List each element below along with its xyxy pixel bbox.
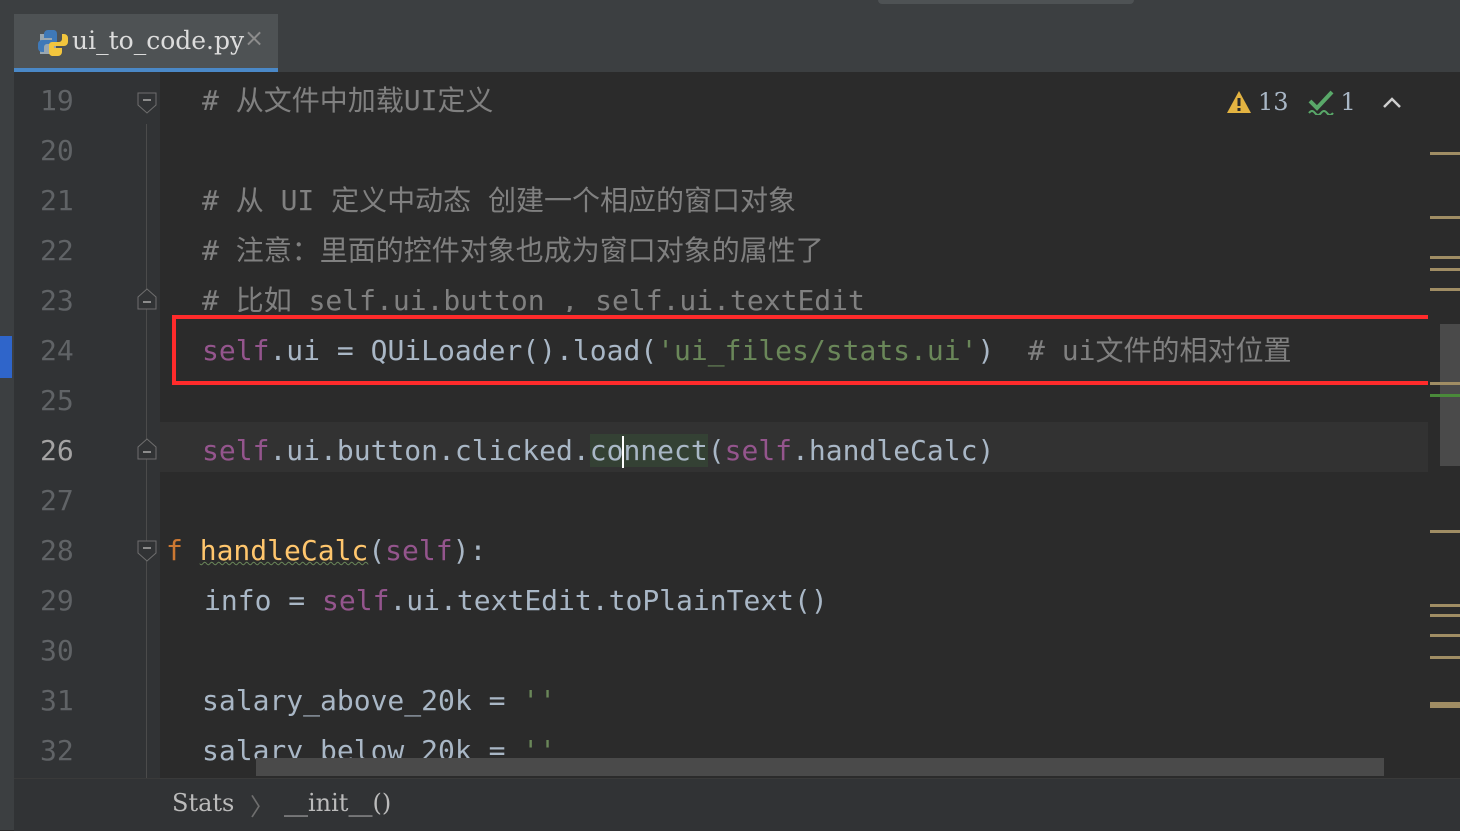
line-number: 31	[40, 684, 74, 717]
code-text: .ui.button.clicked.	[269, 434, 590, 467]
code-text: salary_above_20k =	[202, 684, 523, 717]
annotation-highlight-box	[172, 315, 1434, 385]
code-text: (	[707, 434, 725, 467]
line-number: 32	[40, 734, 74, 767]
line-number: 27	[40, 484, 74, 517]
stripe-marker[interactable]	[1430, 152, 1460, 155]
line-number: 19	[40, 84, 74, 117]
stripe-marker[interactable]	[1430, 288, 1460, 291]
code-line-22: # 注意：里面的控件对象也成为窗口对象的属性了	[202, 226, 824, 276]
fold-end-icon[interactable]	[137, 438, 157, 460]
code-text: .ui.textEdit.toPlainText()	[389, 584, 828, 617]
fold-collapse-icon[interactable]	[137, 92, 157, 114]
toolbar-widget	[878, 0, 1134, 4]
comment: # 比如 self.ui.button , self.ui.textEdit	[202, 284, 865, 312]
stripe-marker[interactable]	[1430, 614, 1460, 617]
line-number-gutter: 19 20 21 22 23 24 25 26 27 28 29 30 31 3…	[14, 72, 160, 778]
line-number: 29	[40, 584, 74, 617]
identifier-highlight: connect	[589, 434, 708, 468]
horizontal-scrollbar[interactable]	[256, 758, 1384, 776]
editor-tab-bar: ui_to_code.py ×	[0, 14, 1460, 73]
code-text: info =	[204, 584, 323, 617]
def-keyword: f	[166, 534, 183, 567]
code-text: (	[368, 534, 386, 567]
fold-end-icon[interactable]	[137, 288, 157, 310]
line-number: 20	[40, 134, 74, 167]
code-editor[interactable]: # 从文件中加载UI定义 # 从 UI 定义中动态 创建一个相应的窗口对象 # …	[160, 72, 1428, 778]
stripe-marker[interactable]	[1430, 702, 1460, 708]
typo-count: 1	[1340, 88, 1356, 116]
tab-ui-to-code[interactable]: ui_to_code.py ×	[14, 14, 278, 72]
code-text: .handleCalc)	[792, 434, 995, 467]
code-line-29: info = self.ui.textEdit.toPlainText()	[204, 576, 828, 626]
self-keyword: self	[724, 434, 793, 467]
code-line-21: # 从 UI 定义中动态 创建一个相应的窗口对象	[202, 176, 796, 226]
stripe-marker[interactable]	[1430, 530, 1460, 533]
warning-icon	[1227, 91, 1251, 113]
breadcrumb-separator: 〉	[250, 793, 274, 821]
breadcrumb-method[interactable]: __init__()	[284, 789, 391, 817]
line-number: 21	[40, 184, 74, 217]
line-number: 25	[40, 384, 74, 417]
breadcrumb: Stats 〉 __init__()	[14, 778, 1460, 831]
breadcrumb-class[interactable]: Stats	[172, 789, 234, 817]
self-keyword: self	[202, 434, 270, 467]
code-line-19: # 从文件中加载UI定义	[202, 76, 493, 126]
code-line-31: salary_above_20k = ''	[202, 676, 556, 726]
stripe-marker[interactable]	[1430, 268, 1460, 271]
string-literal: ''	[522, 684, 557, 717]
warning-count: 13	[1258, 88, 1289, 116]
tab-label: ui_to_code.py	[72, 26, 245, 55]
line-number: 23	[40, 284, 74, 317]
self-keyword: self	[322, 584, 390, 617]
line-number: 24	[40, 334, 74, 367]
chevron-up-icon[interactable]	[1382, 95, 1402, 109]
stripe-marker[interactable]	[1430, 382, 1460, 385]
code-line-28: f handleCalc(self):	[166, 526, 486, 576]
python-file-icon	[38, 30, 68, 56]
self-keyword: self	[385, 534, 453, 567]
code-line-26: self.ui.button.clicked.connect(self.hand…	[202, 426, 994, 476]
current-line-marker	[0, 336, 12, 378]
stripe-marker[interactable]	[1430, 656, 1460, 659]
line-number: 22	[40, 234, 74, 267]
inspection-widget[interactable]: 13 1	[1226, 84, 1448, 120]
stripe-marker[interactable]	[1430, 256, 1460, 259]
stripe-marker[interactable]	[1430, 216, 1460, 219]
line-number-current: 26	[40, 434, 74, 467]
stripe-marker[interactable]	[1430, 394, 1460, 397]
fold-collapse-icon[interactable]	[137, 540, 157, 562]
line-number: 30	[40, 634, 74, 667]
stripe-marker[interactable]	[1430, 604, 1460, 607]
title-bar	[0, 0, 1460, 14]
error-stripe[interactable]	[1428, 72, 1460, 778]
code-text: ):	[452, 534, 487, 567]
function-name: handleCalc	[199, 534, 369, 567]
left-tool-strip	[0, 72, 14, 830]
code-line-23: # 比如 self.ui.button , self.ui.textEdit	[202, 276, 865, 312]
close-tab-icon[interactable]: ×	[244, 24, 264, 52]
stripe-marker[interactable]	[1430, 634, 1460, 637]
comment: # 从文件中加载UI定义	[202, 84, 494, 117]
code-text: co	[589, 434, 624, 467]
typo-check-icon	[1307, 90, 1334, 115]
code-text: nnect	[623, 434, 708, 467]
comment: # 从 UI 定义中动态 创建一个相应的窗口对象	[202, 184, 797, 217]
line-number: 28	[40, 534, 74, 567]
comment: # 注意：里面的控件对象也成为窗口对象的属性了	[202, 234, 824, 267]
